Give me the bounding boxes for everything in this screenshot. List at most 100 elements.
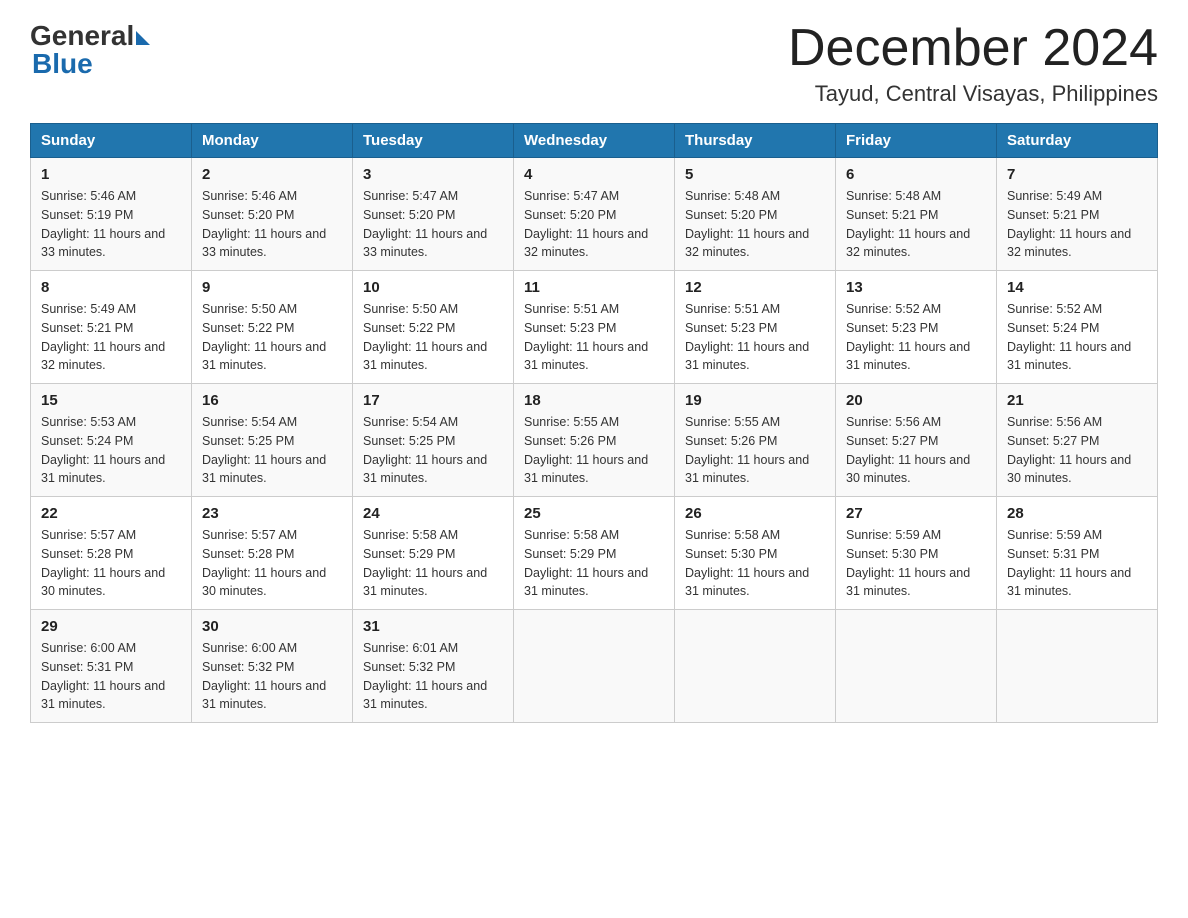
calendar-cell: 16 Sunrise: 5:54 AMSunset: 5:25 PMDaylig… [192,384,353,497]
calendar-week-4: 22 Sunrise: 5:57 AMSunset: 5:28 PMDaylig… [31,497,1158,610]
day-info: Sunrise: 5:52 AMSunset: 5:23 PMDaylight:… [846,300,986,375]
calendar-cell: 3 Sunrise: 5:47 AMSunset: 5:20 PMDayligh… [353,158,514,271]
calendar-cell: 18 Sunrise: 5:55 AMSunset: 5:26 PMDaylig… [514,384,675,497]
calendar-cell: 25 Sunrise: 5:58 AMSunset: 5:29 PMDaylig… [514,497,675,610]
logo-icon [136,31,150,45]
day-number: 23 [202,505,342,522]
calendar-cell: 19 Sunrise: 5:55 AMSunset: 5:26 PMDaylig… [675,384,836,497]
calendar-cell [836,610,997,723]
calendar-table: SundayMondayTuesdayWednesdayThursdayFrid… [30,123,1158,723]
day-number: 6 [846,166,986,183]
title-section: December 2024 Tayud, Central Visayas, Ph… [788,20,1158,107]
day-number: 9 [202,279,342,296]
day-info: Sunrise: 5:51 AMSunset: 5:23 PMDaylight:… [524,300,664,375]
calendar-cell: 2 Sunrise: 5:46 AMSunset: 5:20 PMDayligh… [192,158,353,271]
calendar-cell: 11 Sunrise: 5:51 AMSunset: 5:23 PMDaylig… [514,271,675,384]
day-info: Sunrise: 5:55 AMSunset: 5:26 PMDaylight:… [524,413,664,488]
day-info: Sunrise: 5:52 AMSunset: 5:24 PMDaylight:… [1007,300,1147,375]
logo: General Blue [30,20,150,80]
day-number: 10 [363,279,503,296]
calendar-week-3: 15 Sunrise: 5:53 AMSunset: 5:24 PMDaylig… [31,384,1158,497]
day-number: 25 [524,505,664,522]
calendar-week-1: 1 Sunrise: 5:46 AMSunset: 5:19 PMDayligh… [31,158,1158,271]
day-info: Sunrise: 5:56 AMSunset: 5:27 PMDaylight:… [846,413,986,488]
day-number: 1 [41,166,181,183]
calendar-cell: 24 Sunrise: 5:58 AMSunset: 5:29 PMDaylig… [353,497,514,610]
calendar-cell: 22 Sunrise: 5:57 AMSunset: 5:28 PMDaylig… [31,497,192,610]
calendar-cell: 27 Sunrise: 5:59 AMSunset: 5:30 PMDaylig… [836,497,997,610]
day-number: 2 [202,166,342,183]
day-info: Sunrise: 5:50 AMSunset: 5:22 PMDaylight:… [363,300,503,375]
day-info: Sunrise: 6:00 AMSunset: 5:31 PMDaylight:… [41,639,181,714]
day-info: Sunrise: 5:57 AMSunset: 5:28 PMDaylight:… [41,526,181,601]
calendar-cell [514,610,675,723]
calendar-week-2: 8 Sunrise: 5:49 AMSunset: 5:21 PMDayligh… [31,271,1158,384]
day-number: 20 [846,392,986,409]
day-number: 24 [363,505,503,522]
day-info: Sunrise: 5:47 AMSunset: 5:20 PMDaylight:… [524,187,664,262]
calendar-cell: 8 Sunrise: 5:49 AMSunset: 5:21 PMDayligh… [31,271,192,384]
day-info: Sunrise: 5:48 AMSunset: 5:20 PMDaylight:… [685,187,825,262]
calendar-cell: 30 Sunrise: 6:00 AMSunset: 5:32 PMDaylig… [192,610,353,723]
calendar-cell: 17 Sunrise: 5:54 AMSunset: 5:25 PMDaylig… [353,384,514,497]
day-info: Sunrise: 6:00 AMSunset: 5:32 PMDaylight:… [202,639,342,714]
calendar-cell: 5 Sunrise: 5:48 AMSunset: 5:20 PMDayligh… [675,158,836,271]
day-number: 21 [1007,392,1147,409]
header-tuesday: Tuesday [353,124,514,158]
day-info: Sunrise: 5:59 AMSunset: 5:31 PMDaylight:… [1007,526,1147,601]
page-header: General Blue December 2024 Tayud, Centra… [30,20,1158,107]
calendar-cell: 6 Sunrise: 5:48 AMSunset: 5:21 PMDayligh… [836,158,997,271]
calendar-cell: 29 Sunrise: 6:00 AMSunset: 5:31 PMDaylig… [31,610,192,723]
day-number: 16 [202,392,342,409]
calendar-cell: 21 Sunrise: 5:56 AMSunset: 5:27 PMDaylig… [997,384,1158,497]
calendar-cell: 4 Sunrise: 5:47 AMSunset: 5:20 PMDayligh… [514,158,675,271]
header-thursday: Thursday [675,124,836,158]
day-number: 5 [685,166,825,183]
day-info: Sunrise: 5:57 AMSunset: 5:28 PMDaylight:… [202,526,342,601]
day-info: Sunrise: 5:53 AMSunset: 5:24 PMDaylight:… [41,413,181,488]
header-friday: Friday [836,124,997,158]
month-title: December 2024 [788,20,1158,77]
day-number: 31 [363,618,503,635]
calendar-cell: 26 Sunrise: 5:58 AMSunset: 5:30 PMDaylig… [675,497,836,610]
day-info: Sunrise: 5:58 AMSunset: 5:29 PMDaylight:… [524,526,664,601]
day-number: 14 [1007,279,1147,296]
day-info: Sunrise: 5:49 AMSunset: 5:21 PMDaylight:… [41,300,181,375]
day-info: Sunrise: 5:54 AMSunset: 5:25 PMDaylight:… [363,413,503,488]
day-number: 30 [202,618,342,635]
calendar-cell: 31 Sunrise: 6:01 AMSunset: 5:32 PMDaylig… [353,610,514,723]
day-number: 4 [524,166,664,183]
calendar-cell: 13 Sunrise: 5:52 AMSunset: 5:23 PMDaylig… [836,271,997,384]
location-title: Tayud, Central Visayas, Philippines [788,81,1158,107]
day-number: 8 [41,279,181,296]
day-number: 13 [846,279,986,296]
day-info: Sunrise: 5:46 AMSunset: 5:19 PMDaylight:… [41,187,181,262]
calendar-cell: 10 Sunrise: 5:50 AMSunset: 5:22 PMDaylig… [353,271,514,384]
day-info: Sunrise: 5:56 AMSunset: 5:27 PMDaylight:… [1007,413,1147,488]
calendar-cell [675,610,836,723]
day-info: Sunrise: 5:59 AMSunset: 5:30 PMDaylight:… [846,526,986,601]
day-info: Sunrise: 5:54 AMSunset: 5:25 PMDaylight:… [202,413,342,488]
day-number: 3 [363,166,503,183]
calendar-cell [997,610,1158,723]
day-number: 27 [846,505,986,522]
day-number: 18 [524,392,664,409]
calendar-cell: 14 Sunrise: 5:52 AMSunset: 5:24 PMDaylig… [997,271,1158,384]
day-number: 11 [524,279,664,296]
day-number: 19 [685,392,825,409]
calendar-cell: 12 Sunrise: 5:51 AMSunset: 5:23 PMDaylig… [675,271,836,384]
day-info: Sunrise: 6:01 AMSunset: 5:32 PMDaylight:… [363,639,503,714]
day-info: Sunrise: 5:55 AMSunset: 5:26 PMDaylight:… [685,413,825,488]
calendar-cell: 9 Sunrise: 5:50 AMSunset: 5:22 PMDayligh… [192,271,353,384]
day-number: 28 [1007,505,1147,522]
calendar-cell: 15 Sunrise: 5:53 AMSunset: 5:24 PMDaylig… [31,384,192,497]
day-info: Sunrise: 5:49 AMSunset: 5:21 PMDaylight:… [1007,187,1147,262]
header-saturday: Saturday [997,124,1158,158]
header-wednesday: Wednesday [514,124,675,158]
day-info: Sunrise: 5:46 AMSunset: 5:20 PMDaylight:… [202,187,342,262]
day-number: 29 [41,618,181,635]
header-sunday: Sunday [31,124,192,158]
logo-blue-text: Blue [30,48,93,80]
day-number: 22 [41,505,181,522]
calendar-week-5: 29 Sunrise: 6:00 AMSunset: 5:31 PMDaylig… [31,610,1158,723]
